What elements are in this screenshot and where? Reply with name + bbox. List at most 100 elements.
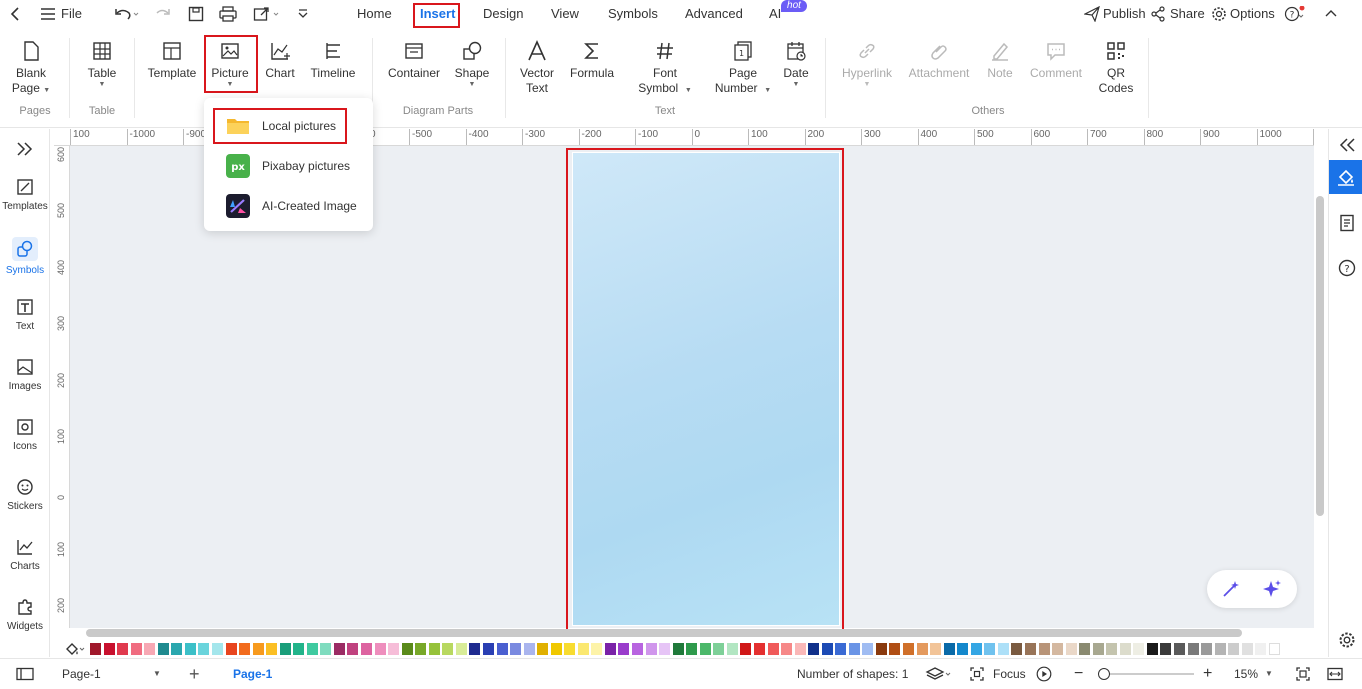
- color-swatch[interactable]: [157, 643, 169, 655]
- tab-advanced[interactable]: Advanced: [685, 0, 743, 28]
- color-swatch[interactable]: [455, 643, 467, 655]
- color-swatch[interactable]: [1201, 643, 1213, 655]
- color-swatch[interactable]: [537, 643, 549, 655]
- color-swatch[interactable]: [1160, 643, 1172, 655]
- help-icon[interactable]: ?: [1284, 6, 1308, 22]
- color-swatch[interactable]: [970, 643, 982, 655]
- export-icon[interactable]: [253, 6, 281, 22]
- color-swatch[interactable]: [699, 643, 711, 655]
- qr-codes-button[interactable]: QR Codes: [1096, 40, 1136, 96]
- color-swatch[interactable]: [862, 643, 874, 655]
- color-swatch[interactable]: [469, 643, 481, 655]
- color-swatch[interactable]: [916, 643, 928, 655]
- sidebar-item-images[interactable]: Images: [0, 357, 50, 392]
- color-swatch[interactable]: [550, 643, 562, 655]
- color-swatch[interactable]: [1187, 643, 1199, 655]
- formula-button[interactable]: Formula: [567, 40, 617, 81]
- color-swatch[interactable]: [1214, 643, 1226, 655]
- color-swatch[interactable]: [1146, 643, 1158, 655]
- file-menu[interactable]: File: [61, 0, 82, 28]
- color-swatch[interactable]: [740, 643, 752, 655]
- container-button[interactable]: Container: [384, 40, 444, 81]
- color-swatch[interactable]: [306, 643, 318, 655]
- color-swatch[interactable]: [1228, 643, 1240, 655]
- page-panel-icon[interactable]: [1338, 214, 1356, 232]
- menu-item-ai-created-image[interactable]: AI-Created Image: [204, 186, 373, 226]
- color-swatch[interactable]: [144, 643, 156, 655]
- vertical-scrollbar[interactable]: [1316, 196, 1324, 516]
- color-swatch[interactable]: [659, 643, 671, 655]
- add-page-icon[interactable]: +: [189, 659, 200, 689]
- hamburger-icon[interactable]: [40, 7, 56, 21]
- undo-icon[interactable]: [113, 6, 139, 22]
- color-swatch[interactable]: [510, 643, 522, 655]
- color-swatch[interactable]: [726, 643, 738, 655]
- color-swatch[interactable]: [239, 643, 251, 655]
- publish-button[interactable]: Publish: [1103, 0, 1146, 28]
- fill-color-icon[interactable]: [64, 641, 86, 657]
- color-swatch[interactable]: [401, 643, 413, 655]
- color-swatch[interactable]: [997, 643, 1009, 655]
- print-icon[interactable]: [219, 6, 237, 22]
- menu-item-pixabay-pictures[interactable]: px Pixabay pictures: [204, 146, 373, 186]
- color-swatch[interactable]: [767, 643, 779, 655]
- fit-width-icon[interactable]: [1327, 667, 1343, 681]
- color-swatch[interactable]: [564, 643, 576, 655]
- table-button[interactable]: Table ▼: [84, 40, 120, 89]
- sidebar-item-symbols[interactable]: Symbols: [0, 237, 50, 276]
- color-swatch[interactable]: [347, 643, 359, 655]
- color-swatch[interactable]: [1024, 643, 1036, 655]
- font-symbol-button[interactable]: Font Symbol ▼: [633, 40, 697, 98]
- color-swatch[interactable]: [117, 643, 129, 655]
- color-swatch[interactable]: [211, 643, 223, 655]
- zoom-level[interactable]: 15%: [1234, 659, 1258, 689]
- color-swatch[interactable]: [672, 643, 684, 655]
- color-swatch[interactable]: [957, 643, 969, 655]
- fit-page-icon[interactable]: [1296, 667, 1310, 681]
- color-swatch[interactable]: [686, 643, 698, 655]
- color-swatch[interactable]: [1065, 643, 1077, 655]
- magic-wand-icon[interactable]: [1221, 579, 1241, 599]
- options-button[interactable]: Options: [1230, 0, 1275, 28]
- hyperlink-button[interactable]: Hyperlink ▼: [838, 40, 896, 89]
- expand-panel-icon[interactable]: [15, 141, 35, 157]
- color-swatch[interactable]: [591, 643, 603, 655]
- color-swatch[interactable]: [1106, 643, 1118, 655]
- color-swatch[interactable]: [903, 643, 914, 655]
- color-swatch[interactable]: [1038, 643, 1050, 655]
- color-swatch[interactable]: [1119, 643, 1131, 655]
- color-swatch[interactable]: [794, 643, 806, 655]
- color-swatch[interactable]: [266, 643, 278, 655]
- help-circle-icon[interactable]: ?: [1338, 259, 1356, 277]
- page-select[interactable]: Page-1: [62, 659, 101, 689]
- color-swatch[interactable]: [1079, 643, 1091, 655]
- color-swatch[interactable]: [320, 643, 332, 655]
- format-panel-tab[interactable]: [1329, 160, 1362, 194]
- layers-icon[interactable]: [925, 666, 953, 682]
- zoom-chevron-icon[interactable]: ▼: [1265, 659, 1273, 689]
- color-swatch[interactable]: [808, 643, 820, 655]
- color-swatch[interactable]: [90, 643, 101, 655]
- color-swatch[interactable]: [848, 643, 860, 655]
- color-swatch[interactable]: [1052, 643, 1064, 655]
- zoom-in-icon[interactable]: +: [1203, 659, 1212, 689]
- tab-home[interactable]: Home: [357, 0, 392, 28]
- zoom-slider[interactable]: [1098, 668, 1194, 680]
- color-swatch[interactable]: [361, 643, 372, 655]
- color-swatch[interactable]: [130, 643, 142, 655]
- sidebar-item-icons[interactable]: Icons: [0, 417, 50, 452]
- color-swatch[interactable]: [293, 643, 305, 655]
- color-swatch[interactable]: [374, 643, 386, 655]
- color-swatch[interactable]: [781, 643, 793, 655]
- save-icon[interactable]: [188, 6, 204, 22]
- color-swatch[interactable]: [428, 643, 440, 655]
- color-swatch[interactable]: [1092, 643, 1104, 655]
- color-swatch[interactable]: [184, 643, 196, 655]
- collapse-ribbon-icon[interactable]: [1324, 8, 1338, 18]
- color-swatch[interactable]: [984, 643, 996, 655]
- shape-button[interactable]: Shape ▼: [452, 40, 492, 89]
- color-swatch[interactable]: [835, 643, 847, 655]
- color-swatch[interactable]: [496, 643, 508, 655]
- color-swatch[interactable]: [103, 643, 115, 655]
- tab-ai[interactable]: AI: [769, 0, 781, 28]
